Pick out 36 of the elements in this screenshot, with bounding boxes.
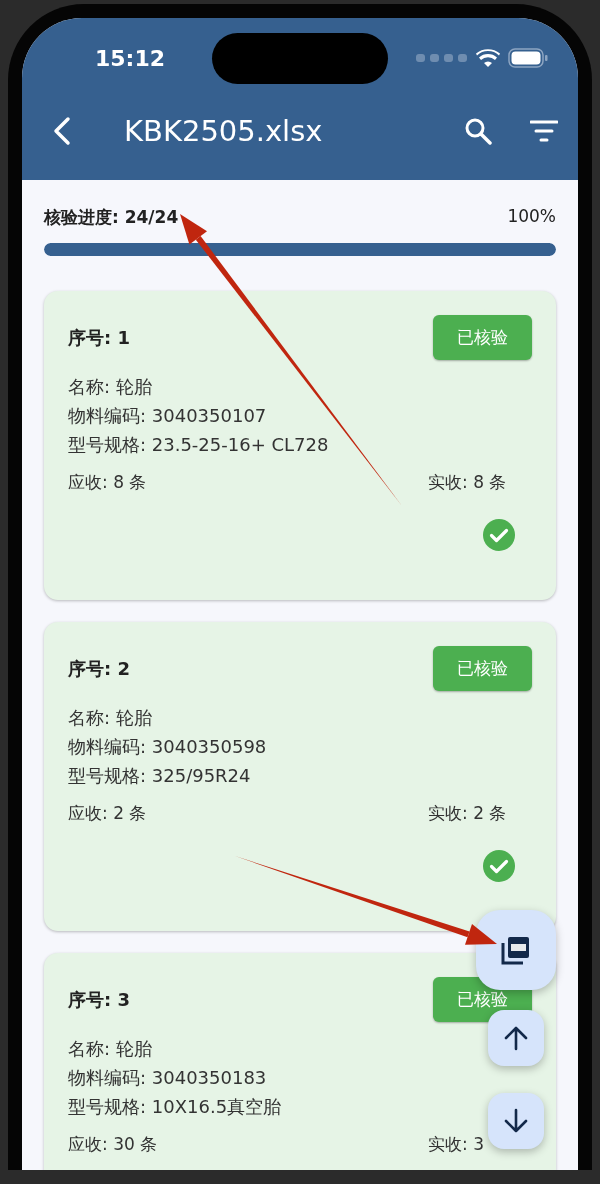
item-spec: 型号规格: 10X16.5真空胎: [68, 1095, 282, 1119]
pdf-icon: [501, 935, 531, 965]
pdf-export-button[interactable]: [476, 910, 556, 990]
expected-qty: 应收: 8 条: [68, 471, 147, 494]
item-number: 序号: 2: [68, 656, 130, 681]
received-qty: 实收: 3: [428, 1133, 485, 1156]
received-qty: 实收: 2 条: [428, 802, 508, 825]
received-qty: 实收: 8 条: [428, 471, 508, 494]
progress-percent: 100%: [507, 206, 556, 228]
item-spec: 型号规格: 325/95R24: [68, 764, 251, 788]
item-code: 物料编码: 3040350598: [68, 735, 267, 759]
item-number: 序号: 3: [68, 987, 130, 1012]
filter-icon[interactable]: [530, 120, 558, 142]
status-badge: 已核验: [433, 646, 532, 691]
status-badge: 已核验: [433, 315, 532, 360]
wifi-icon: [476, 49, 500, 67]
item-code: 物料编码: 3040350107: [68, 404, 267, 428]
expected-qty: 应收: 30 条: [68, 1133, 158, 1156]
battery-icon: [508, 48, 548, 68]
item-code: 物料编码: 3040350183: [68, 1066, 267, 1090]
expected-qty: 应收: 2 条: [68, 802, 147, 825]
screen-title: KBK2505.xlsx: [124, 114, 323, 148]
signal-icon: [416, 54, 468, 62]
search-icon[interactable]: [464, 117, 492, 145]
progress-label: 核验进度: 24/24: [44, 206, 179, 229]
scroll-down-button[interactable]: [488, 1093, 544, 1149]
back-icon[interactable]: [52, 116, 72, 146]
scroll-up-button[interactable]: [488, 1010, 544, 1066]
item-name: 名称: 轮胎: [68, 375, 152, 399]
item-spec: 型号规格: 23.5-25-16+ CL728: [68, 433, 329, 457]
status-time: 15:12: [95, 45, 166, 71]
item-name: 名称: 轮胎: [68, 706, 152, 730]
item-name: 名称: 轮胎: [68, 1037, 152, 1061]
item-number: 序号: 1: [68, 325, 130, 350]
arrow-up-icon: [503, 1025, 529, 1051]
arrow-down-icon: [503, 1108, 529, 1134]
